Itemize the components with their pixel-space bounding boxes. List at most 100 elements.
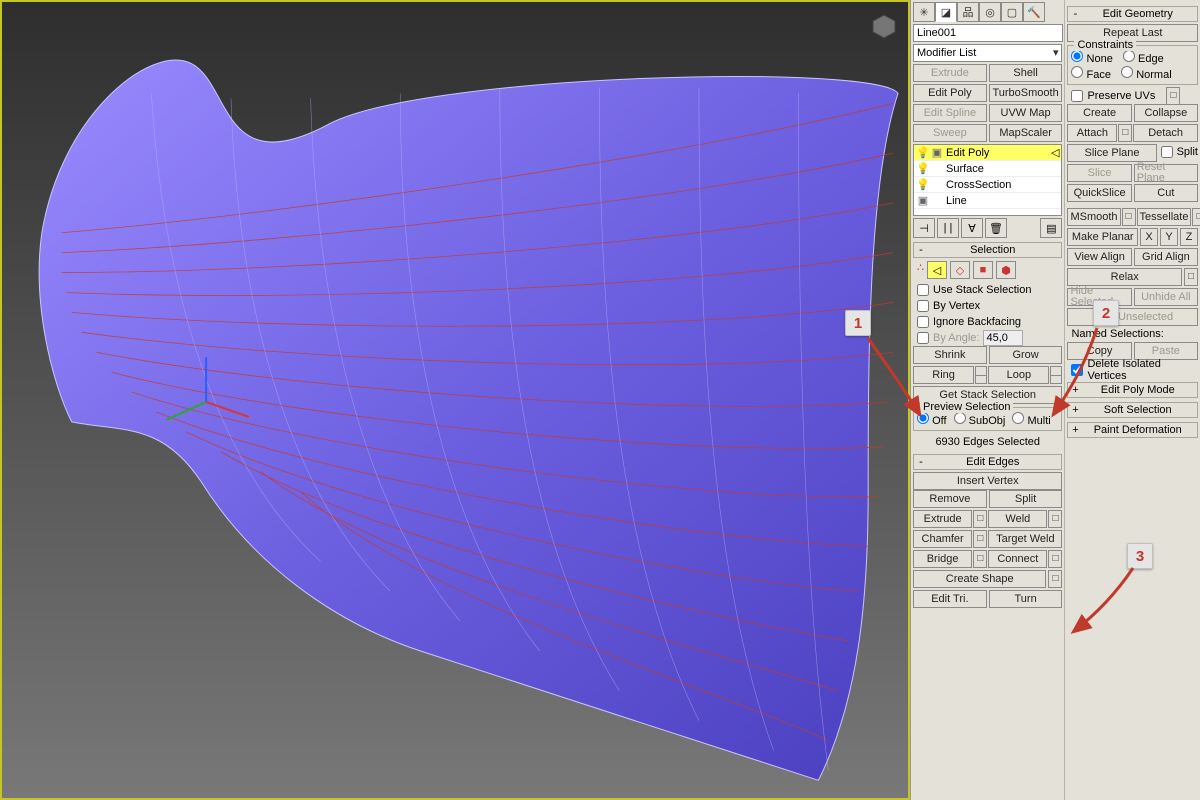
btn-connect[interactable]: Connect (988, 550, 1047, 568)
btn-edit-tri[interactable]: Edit Tri. (913, 590, 987, 608)
viewport[interactable] (0, 0, 910, 800)
btn-insert-vertex[interactable]: Insert Vertex (913, 472, 1062, 490)
dlg-tessellate[interactable] (1192, 208, 1200, 226)
dlg-chamfer[interactable] (973, 530, 987, 548)
btn-create[interactable]: Create (1067, 104, 1131, 122)
btn-slice[interactable]: Slice (1067, 164, 1131, 182)
tab-display[interactable]: ▢ (1001, 2, 1023, 22)
radio-multi[interactable]: Multi (1012, 412, 1050, 427)
rollout-edit-edges[interactable]: -Edit Edges (913, 454, 1062, 470)
btn-detach[interactable]: Detach (1133, 124, 1198, 142)
btn-target-weld[interactable]: Target Weld (988, 530, 1062, 548)
btn-grid-align[interactable]: Grid Align (1134, 248, 1198, 266)
chk-by-vertex[interactable]: By Vertex (913, 298, 1062, 314)
btn-ring[interactable]: Ring (913, 366, 974, 384)
viewcube-icon[interactable] (870, 12, 898, 40)
subobj-polygon[interactable]: ■ (973, 261, 993, 279)
chk-use-stack-selection[interactable]: Use Stack Selection (913, 282, 1062, 298)
chk-ignore-backfacing[interactable]: Ignore Backfacing (913, 314, 1062, 330)
chk-preserve-uvs[interactable]: Preserve UVs (1067, 88, 1198, 104)
radio-off[interactable]: Off (917, 412, 947, 427)
make-unique-icon[interactable]: ∀ (961, 218, 983, 238)
btn-quickslice[interactable]: QuickSlice (1067, 184, 1131, 202)
configure-sets-icon[interactable]: ▤ (1040, 218, 1062, 238)
btn-edit-poly[interactable]: Edit Poly (913, 84, 987, 102)
btn-bridge[interactable]: Bridge (913, 550, 972, 568)
btn-chamfer[interactable]: Chamfer (913, 530, 972, 548)
btn-weld[interactable]: Weld (988, 510, 1047, 528)
pin-stack-icon[interactable]: ⊣ (913, 218, 935, 238)
dlg-bridge[interactable] (973, 550, 987, 568)
btn-collapse[interactable]: Collapse (1134, 104, 1198, 122)
chk-split[interactable]: Split (1159, 144, 1198, 160)
btn-msmooth[interactable]: MSmooth (1067, 208, 1120, 226)
btn-unhide-all[interactable]: Unhide All (1134, 288, 1198, 306)
object-name-field[interactable] (913, 24, 1063, 42)
btn-extrude[interactable]: Extrude (913, 64, 987, 82)
btn-edge-extrude[interactable]: Extrude (913, 510, 972, 528)
by-angle-value[interactable] (983, 330, 1023, 346)
btn-relax[interactable]: Relax (1067, 268, 1182, 286)
command-panel-tabs[interactable]: ✳ ◪ 品 ◎ ▢ 🔨 (913, 2, 1062, 22)
rollout-edit-geometry[interactable]: -Edit Geometry (1067, 6, 1198, 22)
dlg-attach[interactable] (1118, 124, 1132, 142)
btn-grow[interactable]: Grow (989, 346, 1063, 364)
btn-split-edge[interactable]: Split (989, 490, 1063, 508)
lightbulb-icon[interactable]: 💡 (916, 146, 930, 159)
btn-edit-spline[interactable]: Edit Spline (913, 104, 987, 122)
modifier-stack[interactable]: 💡 ▣ Edit Poly ◁ 💡 Surface 💡 CrossSection… (913, 144, 1062, 216)
btn-create-shape[interactable]: Create Shape (913, 570, 1046, 588)
btn-loop[interactable]: Loop (988, 366, 1049, 384)
tab-motion[interactable]: ◎ (979, 2, 1001, 22)
btn-remove[interactable]: Remove (913, 490, 987, 508)
ring-spinner[interactable] (975, 366, 987, 384)
rollout-soft-selection[interactable]: +Soft Selection (1067, 402, 1198, 418)
btn-hide-unselected[interactable]: Hide Unselected (1067, 308, 1198, 326)
show-end-result-icon[interactable]: | | (937, 218, 959, 238)
btn-slice-plane[interactable]: Slice Plane (1067, 144, 1156, 162)
modifier-list-dropdown[interactable]: Modifier List (913, 44, 1062, 62)
btn-planar-z[interactable]: Z (1180, 228, 1198, 246)
radio-face[interactable]: Face (1071, 66, 1111, 81)
stack-item-line[interactable]: ▣ Line (914, 193, 1061, 209)
chk-delete-iso[interactable]: Delete Isolated Vertices (1067, 362, 1198, 378)
dlg-relax[interactable] (1184, 268, 1198, 286)
rollout-edit-poly-mode[interactable]: +Edit Poly Mode (1067, 382, 1198, 398)
remove-modifier-icon[interactable]: 🗑 (985, 218, 1007, 238)
subobj-edge[interactable]: ◁ (927, 261, 947, 279)
subobj-border[interactable]: ◇ (950, 261, 970, 279)
btn-uvw-map[interactable]: UVW Map (989, 104, 1063, 122)
btn-reset-plane[interactable]: Reset Plane (1134, 164, 1198, 182)
dlg-create-shape[interactable] (1048, 570, 1062, 588)
tab-hierarchy[interactable]: 品 (957, 2, 979, 22)
btn-tessellate[interactable]: Tessellate (1137, 208, 1192, 226)
dlg-connect[interactable] (1048, 550, 1062, 568)
dlg-msmooth[interactable] (1122, 208, 1136, 226)
btn-shrink[interactable]: Shrink (913, 346, 987, 364)
stack-item-surface[interactable]: 💡 Surface (914, 161, 1061, 177)
btn-planar-x[interactable]: X (1140, 228, 1158, 246)
btn-make-planar[interactable]: Make Planar (1067, 228, 1138, 246)
btn-turn[interactable]: Turn (989, 590, 1063, 608)
radio-subobj[interactable]: SubObj (954, 412, 1006, 427)
loop-spinner[interactable] (1050, 366, 1062, 384)
radio-edge[interactable]: Edge (1123, 50, 1164, 65)
btn-planar-y[interactable]: Y (1160, 228, 1178, 246)
btn-sweep[interactable]: Sweep (913, 124, 987, 142)
tab-modify[interactable]: ◪ (935, 2, 957, 22)
dlg-edge-extrude[interactable] (973, 510, 987, 528)
dlg-weld[interactable] (1048, 510, 1062, 528)
btn-turbosmooth[interactable]: TurboSmooth (989, 84, 1063, 102)
rollout-selection[interactable]: -Selection (913, 242, 1062, 258)
stack-item-crosssection[interactable]: 💡 CrossSection (914, 177, 1061, 193)
radio-none[interactable]: None (1071, 50, 1112, 65)
btn-view-align[interactable]: View Align (1067, 248, 1131, 266)
rollout-paint-deformation[interactable]: +Paint Deformation (1067, 422, 1198, 438)
radio-normal[interactable]: Normal (1121, 66, 1172, 81)
btn-cut[interactable]: Cut (1134, 184, 1198, 202)
btn-shell[interactable]: Shell (989, 64, 1063, 82)
btn-attach[interactable]: Attach (1067, 124, 1117, 142)
dlg-preserve-uvs[interactable] (1166, 87, 1180, 105)
subobj-element[interactable]: ⬢ (996, 261, 1016, 279)
chk-by-angle[interactable]: By Angle: (913, 330, 1062, 346)
